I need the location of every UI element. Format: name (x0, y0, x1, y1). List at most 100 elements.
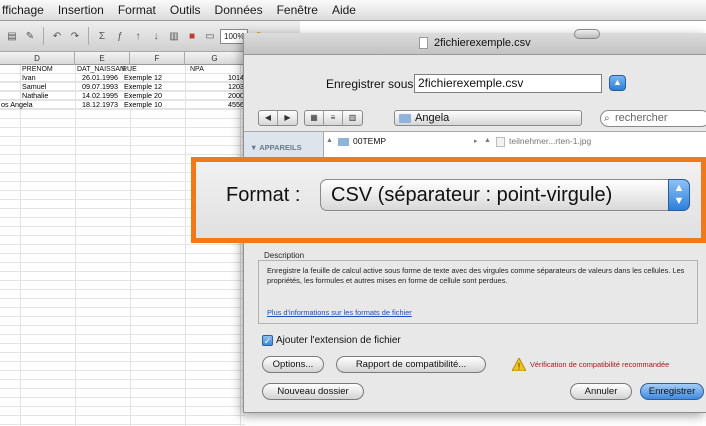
folder-label: Angela (415, 112, 450, 124)
table-cell[interactable]: 1203 (228, 83, 244, 91)
back-icon[interactable]: ◀ (259, 111, 278, 125)
table-header-row: PRENOM DAT_NAISSAN RUE NPA (0, 66, 245, 74)
save-button[interactable]: Enregistrer (640, 383, 704, 400)
cancel-button[interactable]: Annuler (570, 383, 632, 400)
list-item-label: teilnehmer...rten-1.jpg (509, 136, 592, 146)
menu-fenetre[interactable]: Fenêtre (270, 3, 325, 17)
options-button[interactable]: Options... (262, 356, 324, 373)
table-cell[interactable]: 26.01.1996 (82, 74, 118, 82)
table-cell[interactable]: 09.07.1993 (82, 83, 118, 91)
back-forward-buttons: ◀ ▶ (258, 110, 298, 126)
function-icon[interactable]: ƒ (112, 28, 128, 44)
grid-vline (185, 65, 186, 426)
dialog-title: 2fichierexemple.csv (434, 37, 531, 49)
forward-icon[interactable]: ▶ (278, 111, 297, 125)
menu-format[interactable]: Format (111, 3, 163, 17)
toolbar-separator (88, 27, 89, 45)
document-icon (419, 37, 428, 49)
format-select-value: CSV (séparateur : point-virgule) (331, 184, 613, 206)
column-header-d[interactable]: D (0, 52, 75, 65)
column-header-e[interactable]: E (75, 52, 130, 65)
format-zoom-callout: Format : CSV (séparateur : point-virgule… (191, 157, 706, 243)
table-cell[interactable]: Exemple 12 (124, 74, 162, 82)
table-cell[interactable]: Exemple 12 (124, 83, 162, 91)
format-label: Format : (226, 184, 301, 206)
save-as-label: Enregistrer sous : (326, 77, 421, 91)
description-label: Description (264, 251, 305, 260)
grid-vline (20, 65, 21, 426)
redo-icon[interactable]: ↷ (67, 28, 83, 44)
view-mode-buttons: ▦ ≡ ▥ (304, 110, 363, 126)
table-cell[interactable]: NPA (190, 66, 204, 74)
icon-view-icon[interactable]: ▦ (305, 111, 324, 125)
autosum-icon[interactable]: Σ (94, 28, 110, 44)
table-cell[interactable]: 2000 (228, 92, 244, 100)
new-folder-button[interactable]: Nouveau dossier (262, 383, 364, 400)
search-field[interactable]: ⌕ rechercher (600, 110, 706, 127)
menu-insertion[interactable]: Insertion (51, 3, 111, 17)
paste-icon[interactable]: ▤ (4, 28, 20, 44)
folder-icon (338, 137, 349, 146)
sort-desc-icon[interactable]: ↓ (148, 28, 164, 44)
column-header-f[interactable]: F (130, 52, 185, 65)
table-row: os Angela 18.12.1973 Exemple 10 4556 (0, 101, 245, 109)
table-cell[interactable]: 4556 (228, 101, 244, 109)
column-view-icon[interactable]: ▥ (343, 111, 362, 125)
table-cell[interactable]: Nathalie (22, 92, 48, 100)
menu-affichage[interactable]: ffichage (0, 3, 51, 17)
expand-arrow-icon: ▸ (474, 138, 478, 145)
menu-bar: ffichage Insertion Format Outils Données… (0, 0, 706, 21)
list-item[interactable]: 00TEMP (338, 136, 386, 146)
column-headers: D E F G (0, 52, 245, 65)
chart-icon[interactable]: ▥ (166, 28, 182, 44)
scroll-arrow-icon[interactable]: ▲ (484, 137, 491, 144)
chevron-updown-icon[interactable]: ▲ ▼ (668, 179, 690, 211)
table-cell[interactable]: Ivan (22, 74, 36, 82)
format-select[interactable]: CSV (séparateur : point-virgule) ▲ ▼ (320, 179, 690, 211)
grid-lines (0, 65, 245, 426)
extension-checkbox[interactable]: ✓ (262, 335, 273, 346)
extension-checkbox-row[interactable]: ✓ Ajouter l'extension de fichier (262, 335, 401, 346)
table-cell[interactable]: 14.02.1995 (82, 92, 118, 100)
expand-dialog-button[interactable]: ▲ (609, 75, 626, 91)
search-icon: ⌕ (604, 113, 610, 124)
grid-vline (240, 65, 241, 426)
format-info-link[interactable]: Plus d'informations sur les formats de f… (267, 308, 412, 317)
table-row: Samuel 09.07.1993 Exemple 12 1203 (0, 83, 245, 91)
format-painter-icon[interactable]: ✎ (22, 28, 38, 44)
folder-select[interactable]: Angela (394, 110, 582, 126)
column-header-g[interactable]: G (185, 52, 245, 65)
table-cell[interactable]: Samuel (22, 83, 46, 91)
menu-outils[interactable]: Outils (163, 3, 208, 17)
sidebar-toggle-icon[interactable]: ▭ (202, 28, 218, 44)
dialog-titlebar: 2fichierexemple.csv (244, 29, 706, 55)
description-box: Enregistre la feuille de calcul active s… (258, 260, 698, 324)
menu-donnees[interactable]: Données (208, 3, 270, 17)
compatibility-report-button[interactable]: Rapport de compatibilité... (336, 356, 486, 373)
sidebar-section-devices: ▼ APPAREILS (250, 143, 302, 152)
toolbar-toggle-button[interactable] (574, 29, 600, 39)
table-row: Nathalie 14.02.1995 Exemple 20 2000 (0, 92, 245, 100)
table-cell[interactable]: os Angela (1, 101, 33, 109)
search-placeholder: rechercher (615, 112, 668, 124)
toolbox-icon[interactable]: ■ (184, 28, 200, 44)
list-item[interactable]: teilnehmer...rten-1.jpg (496, 136, 591, 147)
grid-vline (75, 65, 76, 426)
table-row: Ivan 26.01.1996 Exemple 12 1014 (0, 74, 245, 82)
table-cell[interactable]: 18.12.1973 (82, 101, 118, 109)
table-cell[interactable]: 1014 (228, 74, 244, 82)
list-item-label: 00TEMP (353, 136, 387, 146)
list-view-icon[interactable]: ≡ (324, 111, 343, 125)
extension-checkbox-label: Ajouter l'extension de fichier (276, 335, 401, 346)
grid-vline (130, 65, 131, 426)
undo-icon[interactable]: ↶ (49, 28, 65, 44)
toolbar-separator (43, 27, 44, 45)
compatibility-warning: Vérification de compatibilité recommandé… (530, 360, 670, 369)
file-icon (496, 136, 505, 147)
save-as-input[interactable]: 2fichierexemple.csv (414, 74, 602, 93)
table-cell[interactable]: Exemple 10 (124, 101, 162, 109)
table-cell[interactable]: Exemple 20 (124, 92, 162, 100)
menu-aide[interactable]: Aide (325, 3, 363, 17)
sort-asc-icon[interactable]: ↑ (130, 28, 146, 44)
scroll-arrow-icon[interactable]: ▲ (326, 137, 333, 144)
